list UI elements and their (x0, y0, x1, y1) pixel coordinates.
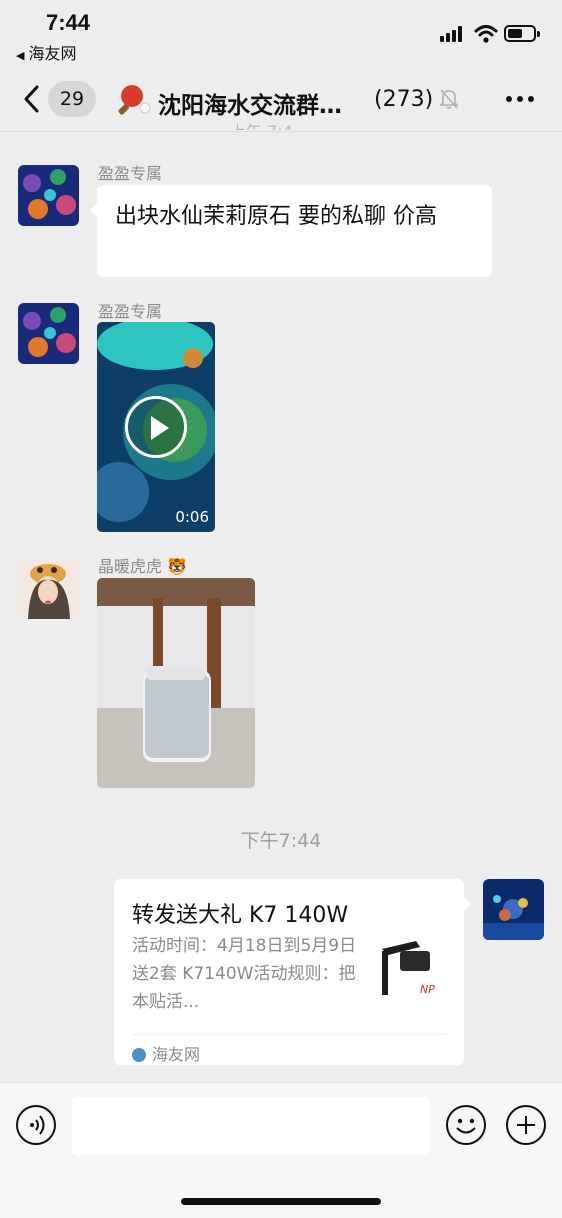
member-count: (273) (374, 87, 434, 112)
sender-name: 晶暖虎虎 🐯 (98, 557, 188, 576)
smiley-icon (456, 1118, 476, 1134)
my-avatar[interactable] (483, 879, 544, 940)
card-title: 转发送大礼 K7 140W (132, 903, 349, 928)
status-time: 7:44 (46, 10, 91, 35)
text-message-bubble[interactable]: 出块水仙茉莉原石 要的私聊 价高 (90, 185, 492, 277)
sender-name: 盈盈专属 (98, 302, 163, 321)
back-to-app-link[interactable]: ◀ 海友网 (16, 40, 76, 64)
message-text-input[interactable] (72, 1097, 430, 1155)
play-icon[interactable] (125, 396, 187, 458)
message-text: 出块水仙茉莉原石 要的私聊 价高 (115, 204, 437, 229)
group-title: 沈阳海水交流群… (158, 93, 342, 119)
card-divider (132, 1034, 446, 1035)
card-description: 活动时间：4月18日到5月9日送2套 K7140W活动规则：把本贴活... (132, 936, 357, 1012)
home-indicator (181, 1198, 381, 1205)
status-bar: 7:44 ◀ 海友网 (0, 0, 562, 70)
video-duration: 0:06 (175, 508, 209, 526)
back-app-label: 海友网 (28, 44, 77, 63)
unread-count-badge[interactable]: 29 (48, 81, 96, 117)
cellular-signal-icon (440, 26, 468, 42)
svg-text:NP: NP (420, 983, 435, 996)
add-more-button[interactable] (506, 1105, 546, 1145)
card-source: 海友网 (132, 1041, 200, 1065)
source-logo-icon (132, 1048, 146, 1062)
back-chevron-icon[interactable] (20, 84, 44, 114)
card-thumbnail: NP (376, 937, 448, 1009)
avatar[interactable] (18, 165, 79, 226)
ping-pong-icon (118, 85, 151, 115)
avatar[interactable] (18, 303, 79, 364)
back-triangle-icon: ◀ (16, 49, 25, 62)
sender-name: 盈盈专属 (98, 164, 163, 183)
chat-timestamp: 下午7:44 (240, 830, 322, 852)
emoji-button[interactable] (446, 1105, 486, 1145)
image-message[interactable] (97, 578, 255, 788)
card-source-label: 海友网 (152, 1045, 201, 1064)
voice-input-button[interactable] (16, 1105, 56, 1145)
video-message[interactable]: 0:06 (97, 322, 215, 532)
shared-link-card[interactable]: 转发送大礼 K7 140W 活动时间：4月18日到5月9日送2套 K7140W活… (114, 879, 471, 1065)
more-options-icon[interactable] (506, 96, 536, 104)
avatar[interactable] (18, 558, 79, 619)
voice-wave-icon (30, 1115, 45, 1135)
battery-icon (504, 25, 540, 42)
partial-timestamp: 上午 7:4 (230, 118, 293, 130)
wifi-icon (474, 25, 498, 43)
muted-bell-icon (439, 89, 459, 109)
